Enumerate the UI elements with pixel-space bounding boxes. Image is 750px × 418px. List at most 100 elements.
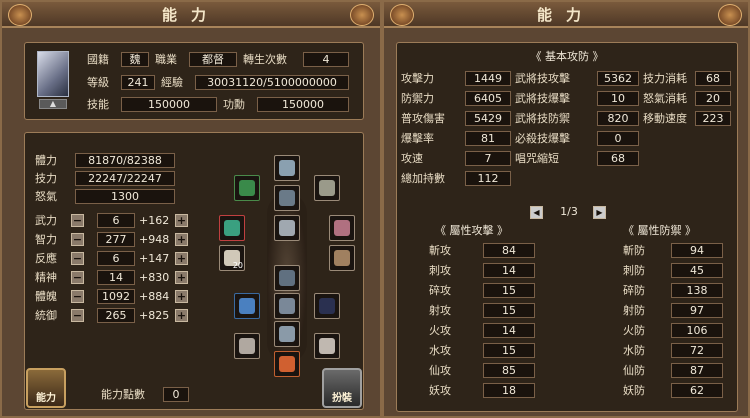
attack-attr-value: 14 — [483, 263, 535, 278]
rebirth-value: 4 — [303, 52, 349, 67]
stat-bonus: +147 — [139, 252, 170, 265]
basic-label: 武將技爆擊 — [515, 92, 570, 105]
ability-button-label: 能力 — [36, 393, 56, 404]
stat-bonus: +884 — [139, 290, 170, 303]
merit-label: 功勳 — [223, 98, 245, 111]
basic-value: 5362 — [597, 71, 639, 86]
ability-panel-left: 能力 ▲ 國籍 魏 職業 都督 轉生次數 4 等級 241 經驗 3003112… — [0, 0, 382, 418]
points-label: 能力點數 — [101, 388, 145, 401]
accessory-slot[interactable] — [234, 175, 260, 201]
offhand-slot[interactable] — [329, 215, 355, 241]
boots-slot[interactable] — [274, 321, 300, 347]
rank-icon: ▲ — [39, 99, 67, 109]
panel-title: 能力 — [161, 6, 220, 24]
attack-attr-label: 仙攻 — [429, 364, 451, 377]
attack-attr-value: 15 — [483, 283, 535, 298]
ability-panel-right: 能力 《 基本攻防 》 攻擊力 1449 武將技攻擊 5362 技力消耗 68 … — [382, 0, 750, 418]
attack-attr-label: 碎攻 — [429, 284, 451, 297]
dress-button[interactable]: 扮裝 — [322, 368, 362, 408]
mount-slot[interactable] — [234, 333, 260, 359]
stat-label: 反應 — [35, 252, 57, 265]
stat-value: 265 — [97, 308, 135, 323]
equipment-area: 20 — [217, 153, 357, 403]
basic-value: 112 — [465, 171, 511, 186]
basic-label: 怒氣消耗 — [643, 92, 687, 105]
basic-value: 5429 — [465, 111, 511, 126]
stat-value: 1092 — [97, 289, 135, 304]
basic-label: 移動速度 — [643, 112, 687, 125]
defense-attr-label: 水防 — [623, 344, 645, 357]
vital-label: 怒氣 — [35, 190, 57, 203]
plus-button[interactable]: + — [175, 290, 188, 303]
stat-label: 武力 — [35, 214, 57, 227]
helmet-slot[interactable] — [274, 155, 300, 181]
portrait — [37, 51, 69, 97]
prev-page-button[interactable]: ◀ — [530, 206, 543, 219]
title-bar-left: 能力 — [2, 2, 380, 28]
armor-slot[interactable] — [274, 215, 300, 241]
basic-label: 必殺技爆擊 — [515, 132, 570, 145]
pet-slot[interactable] — [274, 351, 300, 377]
stat-bonus: +162 — [139, 214, 170, 227]
defense-attr-value: 106 — [671, 323, 723, 338]
item-slot[interactable]: 20 — [219, 245, 245, 271]
defense-attr-label: 射防 — [623, 304, 645, 317]
ornament-icon — [350, 4, 374, 26]
game-ui: 能力 ▲ 國籍 魏 職業 都督 轉生次數 4 等級 241 經驗 3003112… — [0, 0, 750, 418]
skill-label: 技能 — [87, 98, 109, 111]
ring-slot[interactable] — [314, 293, 340, 319]
minus-button[interactable]: − — [71, 252, 84, 265]
charm-slot[interactable] — [314, 333, 340, 359]
exp-label: 經驗 — [161, 76, 183, 89]
plus-button[interactable]: + — [175, 309, 188, 322]
plus-button[interactable]: + — [175, 252, 188, 265]
belt-slot[interactable] — [274, 265, 300, 291]
attack-attr-label: 妖攻 — [429, 384, 451, 397]
job-label: 職業 — [155, 53, 177, 66]
stat-value: 14 — [97, 270, 135, 285]
basic-value: 7 — [465, 151, 511, 166]
vital-value: 22247/22247 — [75, 171, 175, 186]
attribute-attack-header: 《 屬性攻擊 》 — [435, 224, 508, 237]
minus-button[interactable]: − — [71, 271, 84, 284]
defense-attr-label: 碎防 — [623, 284, 645, 297]
minus-button[interactable]: − — [71, 214, 84, 227]
basic-label: 武將技防禦 — [515, 112, 570, 125]
basic-value: 0 — [597, 131, 639, 146]
neck-slot[interactable] — [274, 185, 300, 211]
plus-button[interactable]: + — [175, 214, 188, 227]
vital-label: 技力 — [35, 172, 57, 185]
next-page-button[interactable]: ▶ — [593, 206, 606, 219]
basic-value: 81 — [465, 131, 511, 146]
ability-button[interactable]: 能力 — [26, 368, 66, 408]
basic-label: 普攻傷害 — [401, 112, 445, 125]
basic-value: 20 — [695, 91, 731, 106]
level-value: 241 — [121, 75, 155, 90]
minus-button[interactable]: − — [71, 309, 84, 322]
basic-label: 防禦力 — [401, 92, 434, 105]
plus-button[interactable]: + — [175, 233, 188, 246]
minus-button[interactable]: − — [71, 290, 84, 303]
basic-value: 1449 — [465, 71, 511, 86]
stat-bonus: +825 — [139, 309, 170, 322]
attack-attr-value: 14 — [483, 323, 535, 338]
ring-slot[interactable] — [234, 293, 260, 319]
minus-button[interactable]: − — [71, 233, 84, 246]
ornament-icon — [718, 4, 742, 26]
basic-value: 6405 — [465, 91, 511, 106]
defense-attr-value: 94 — [671, 243, 723, 258]
weapon-slot[interactable] — [219, 215, 245, 241]
attack-attr-value: 18 — [483, 383, 535, 398]
stats-section: 體力 81870/82388 技力 22247/22247 怒氣 1300 武力… — [24, 132, 364, 410]
basic-value: 223 — [695, 111, 731, 126]
defense-attr-label: 刺防 — [623, 264, 645, 277]
plus-button[interactable]: + — [175, 271, 188, 284]
stat-label: 統御 — [35, 309, 57, 322]
vital-value: 81870/82388 — [75, 153, 175, 168]
item-slot[interactable] — [329, 245, 355, 271]
basic-label: 總加持數 — [401, 172, 445, 185]
accessory-slot[interactable] — [314, 175, 340, 201]
defense-attr-value: 97 — [671, 303, 723, 318]
legs-slot[interactable] — [274, 293, 300, 319]
title-bar-right: 能力 — [384, 2, 748, 28]
